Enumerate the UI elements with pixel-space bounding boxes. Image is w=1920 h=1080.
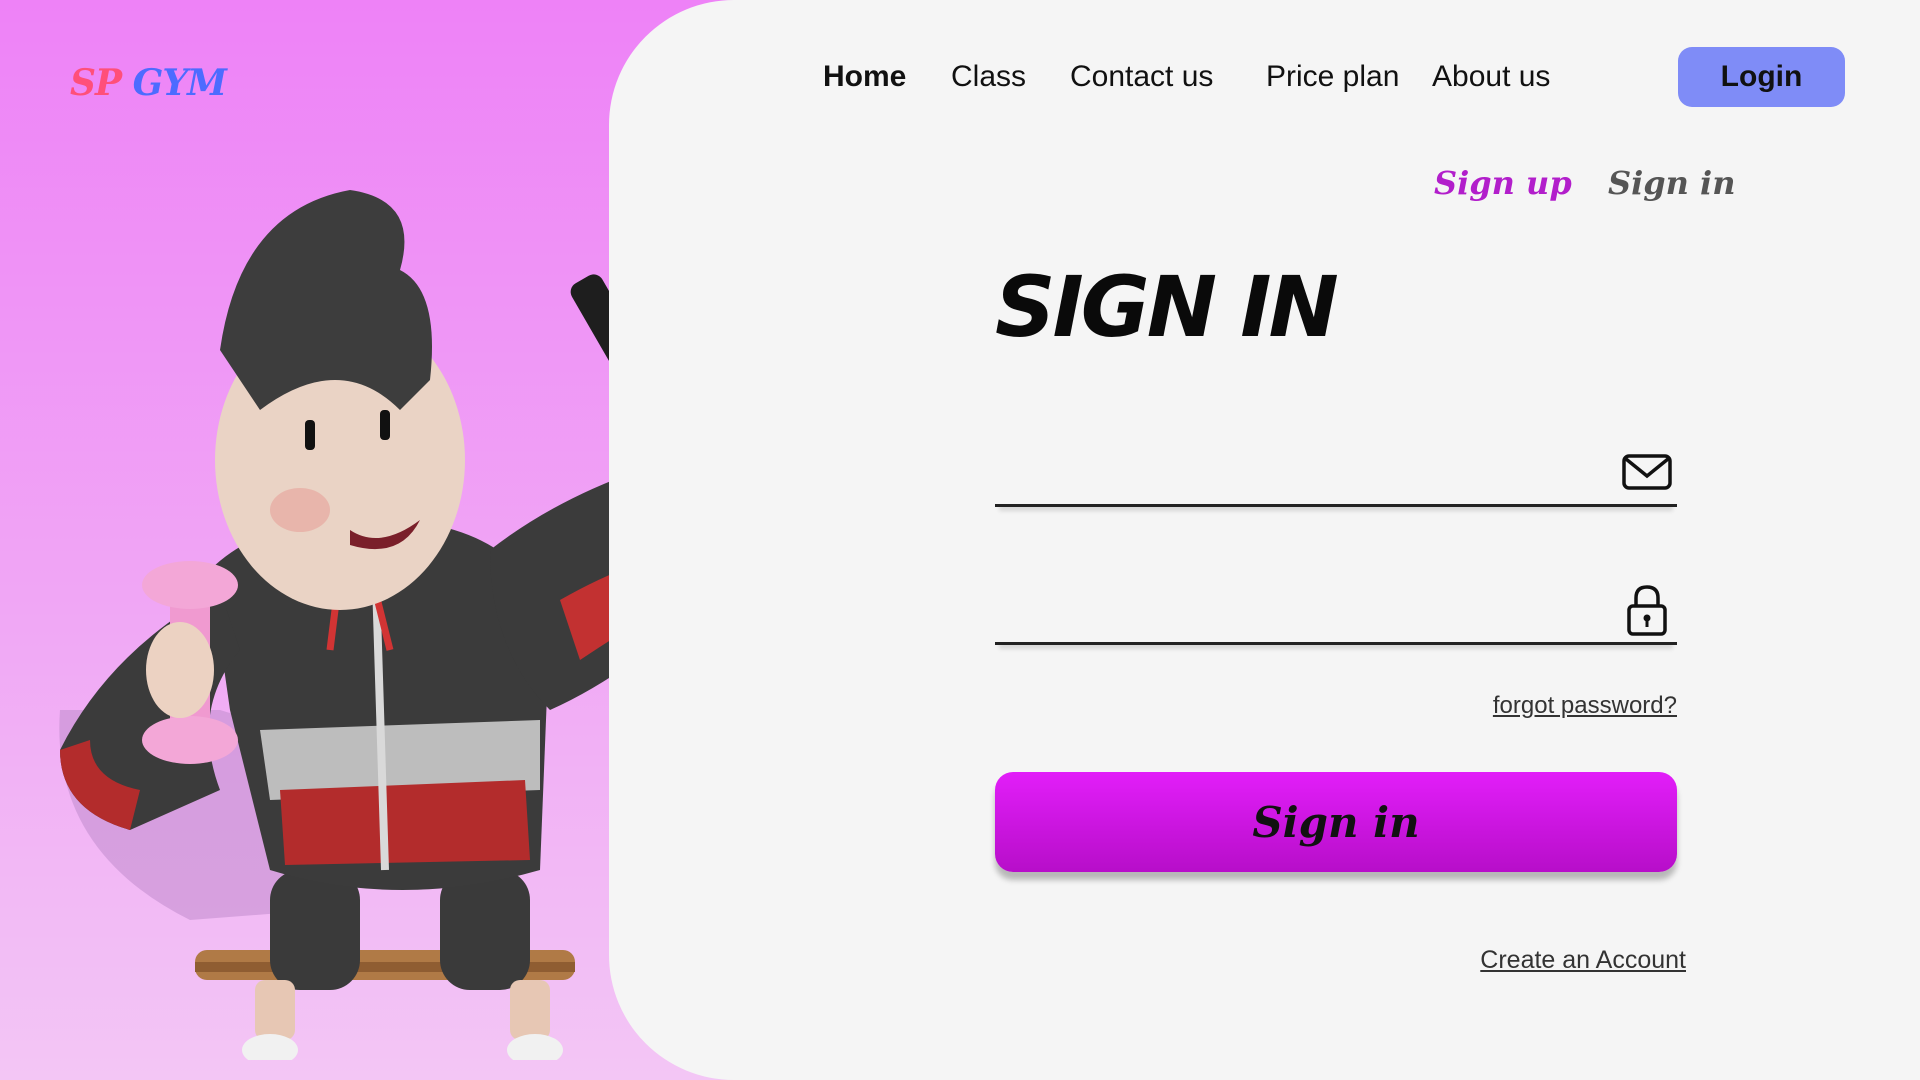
tab-sign-up[interactable]: Sign up [1434, 164, 1572, 202]
auth-panel [609, 0, 1920, 1080]
nav-home[interactable]: Home [823, 60, 906, 94]
create-account-link[interactable]: Create an Account [1474, 946, 1686, 975]
email-input[interactable] [995, 442, 1599, 504]
lock-icon [1627, 585, 1667, 636]
tab-sign-in[interactable]: Sign in [1608, 164, 1735, 202]
email-field [995, 442, 1677, 507]
login-button[interactable]: Login [1678, 47, 1845, 107]
nav-about-us[interactable]: About us [1432, 60, 1550, 94]
logo-sp: SP [70, 62, 122, 104]
nav-contact-us[interactable]: Contact us [1070, 60, 1213, 94]
logo-gym: GYM [132, 62, 227, 104]
forgot-password-link[interactable]: forgot password? [1480, 692, 1677, 720]
password-field [995, 580, 1677, 645]
brand-logo[interactable]: SP GYM [70, 62, 227, 104]
page-title: SIGN IN [995, 258, 1339, 356]
sign-in-button[interactable]: Sign in [995, 772, 1677, 872]
nav-price-plan[interactable]: Price plan [1266, 60, 1399, 94]
nav-class[interactable]: Class [951, 60, 1026, 94]
password-input[interactable] [995, 580, 1599, 642]
envelope-icon [1622, 454, 1672, 490]
